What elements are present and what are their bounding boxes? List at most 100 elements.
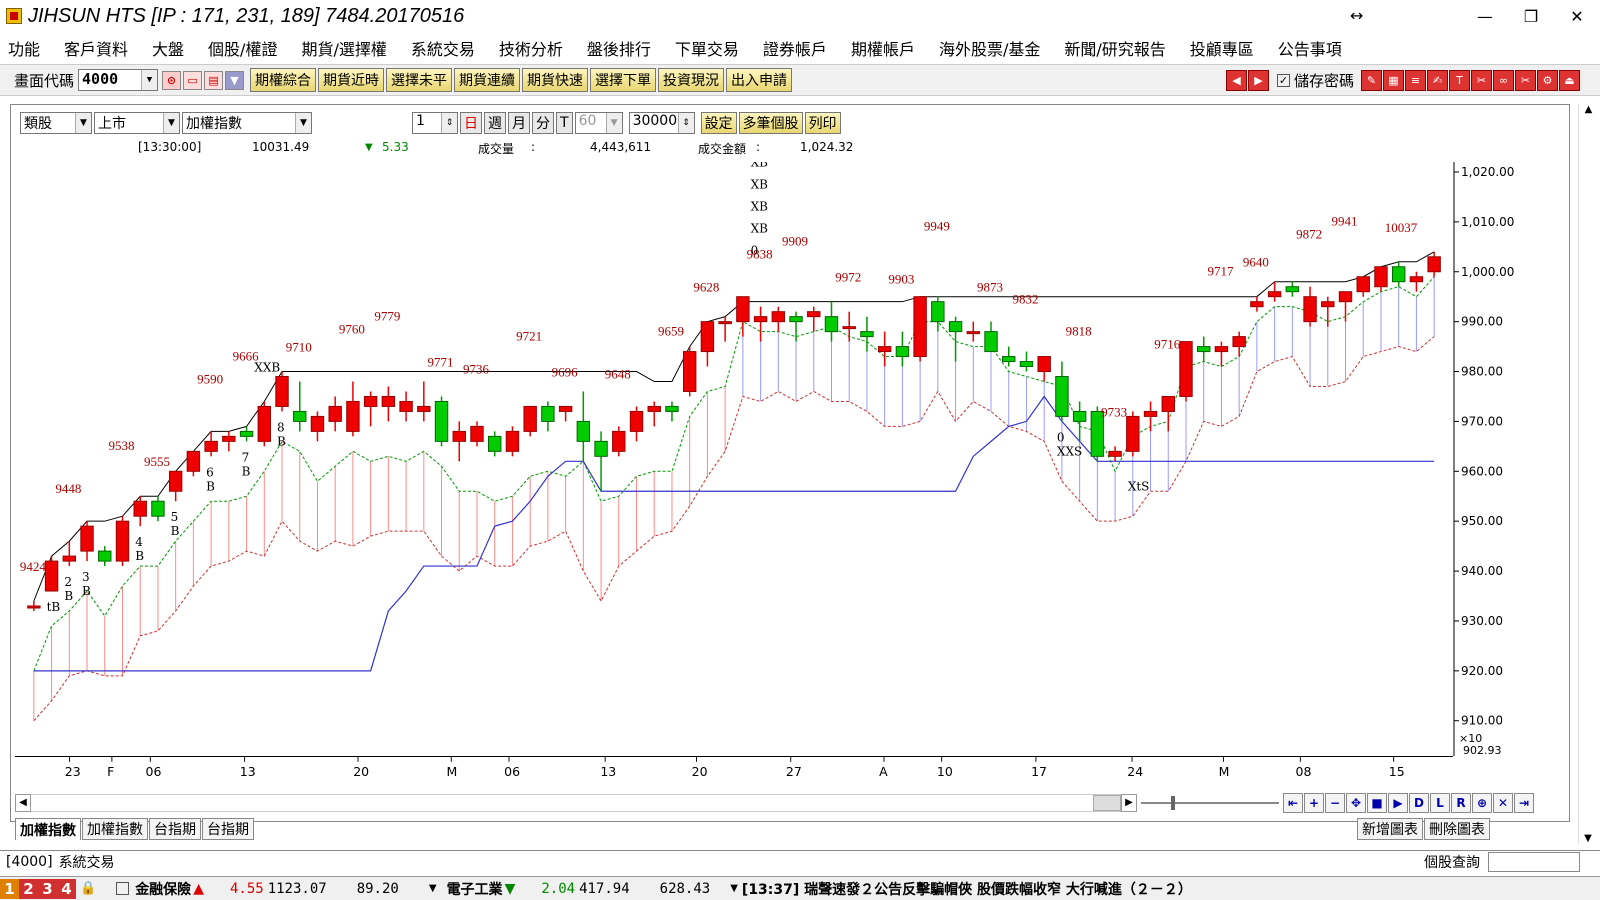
chevron-down-icon[interactable]: ▼ <box>141 70 158 90</box>
menu-item[interactable]: 海外股票/基金 <box>939 36 1040 60</box>
list-icon[interactable]: ≡ <box>1405 69 1426 91</box>
multi-stock-button[interactable]: 多筆個股 <box>738 112 803 134</box>
folder-icon[interactable]: ▭ <box>183 70 203 90</box>
module-name[interactable]: 系統交易 <box>59 852 115 872</box>
toolbar-button[interactable]: 選擇未平 <box>386 68 453 92</box>
chart-nav-button[interactable]: − <box>1325 793 1345 813</box>
horizontal-scrollbar[interactable] <box>31 794 1121 812</box>
prev-icon[interactable]: ◀ <box>1225 69 1247 91</box>
period-minute-button[interactable]: 分 <box>532 112 554 134</box>
candlestick-chart[interactable]: 9424944895389555959096669710976097799771… <box>15 162 1453 756</box>
menu-item[interactable]: 系統交易 <box>411 36 475 60</box>
screen-1-button[interactable]: 1 <box>0 878 19 899</box>
settings-button[interactable]: 設定 <box>700 112 737 134</box>
text-icon[interactable]: T <box>1449 69 1470 91</box>
scroll-down-button[interactable]: ▼ <box>1579 833 1597 844</box>
toolbar-button[interactable]: 選擇下單 <box>590 68 657 92</box>
toolbar-button[interactable]: 期權綜合 <box>250 68 317 92</box>
close-button[interactable]: ✕ <box>1554 0 1600 32</box>
menu-item[interactable]: 期權帳戶 <box>851 36 915 60</box>
toolbar-button[interactable]: 期貨連續 <box>454 68 521 92</box>
lock-icon[interactable]: 🔒 <box>80 881 96 896</box>
period-week-button[interactable]: 週 <box>484 112 506 134</box>
edit-icon[interactable]: ✎ <box>1361 69 1382 91</box>
chart-nav-button[interactable]: ▶ <box>1388 793 1408 813</box>
menu-item[interactable]: 投顧專區 <box>1190 36 1254 60</box>
chart-nav-button[interactable]: ⊕ <box>1472 793 1492 813</box>
add-chart-button[interactable]: 新增圖表 <box>1357 818 1423 840</box>
screen-4-button[interactable]: 4 <box>57 878 76 899</box>
period-month-button[interactable]: 月 <box>508 112 530 134</box>
quote-price: 10031.49 <box>252 140 310 154</box>
resize-icon[interactable]: ↔ <box>1350 6 1363 25</box>
chart-nav-button[interactable]: ✥ <box>1346 793 1366 813</box>
menu-item[interactable]: 大盤 <box>152 36 184 60</box>
screen-2-button[interactable]: 2 <box>19 878 38 899</box>
chart-nav-button[interactable]: ■ <box>1367 793 1387 813</box>
scroll-right-button[interactable]: ▶ <box>1121 794 1137 812</box>
pen-icon[interactable]: ✍ <box>1427 69 1448 91</box>
restore-button[interactable]: ❐ <box>1508 0 1554 32</box>
news-ticker[interactable]: [13:37] 瑞聲速發２公告反擊騙帽俠 股價跌幅收窄 大行喊進（２－２） <box>742 879 1192 899</box>
chart-tab[interactable]: 台指期 <box>202 818 254 840</box>
chart-nav-button[interactable]: + <box>1304 793 1324 813</box>
menu-item[interactable]: 功能 <box>8 36 40 60</box>
vertical-scrollbar[interactable]: ▲ ▼ <box>1578 104 1598 844</box>
zoom-slider[interactable] <box>1141 794 1279 812</box>
scroll-left-button[interactable]: ◀ <box>15 794 31 812</box>
menu-item[interactable]: 公告事項 <box>1278 36 1342 60</box>
market-select[interactable]: 上市 ▼ <box>94 112 180 134</box>
print-button[interactable]: 列印 <box>804 112 841 134</box>
chart-nav-button[interactable]: D <box>1409 793 1429 813</box>
exit-icon[interactable]: ⏏ <box>1559 69 1580 91</box>
menu-item[interactable]: 個股/權證 <box>208 36 277 60</box>
chart-nav-button[interactable]: R <box>1451 793 1471 813</box>
chart-tab[interactable]: 加權指數 <box>15 818 81 840</box>
link-icon[interactable]: ∞ <box>1493 69 1514 91</box>
print-icon[interactable]: ▤ <box>204 70 224 90</box>
toolbar-button[interactable]: 出入申請 <box>726 68 793 92</box>
cut-icon[interactable]: ✂ <box>1515 69 1536 91</box>
menu-item[interactable]: 盤後排行 <box>587 36 651 60</box>
minimize-button[interactable]: — <box>1462 0 1508 32</box>
chart-nav-button[interactable]: L <box>1430 793 1450 813</box>
period-day-button[interactable]: 日 <box>460 112 482 134</box>
period-tick-button[interactable]: T <box>556 112 573 134</box>
chart-nav-button[interactable]: ⇥ <box>1514 793 1534 813</box>
menu-item[interactable]: 期貨/選擇權 <box>301 36 386 60</box>
ticker-checkbox[interactable] <box>116 882 130 895</box>
chart-icon[interactable]: ▦ <box>1383 69 1404 91</box>
screen-code-combo[interactable]: 4000 ▼ <box>78 69 159 91</box>
chart-nav-button[interactable]: ✕ <box>1493 793 1513 813</box>
toolbar-button[interactable]: 投資現況 <box>658 68 725 92</box>
stock-query-input[interactable] <box>1488 851 1580 872</box>
index-select[interactable]: 加權指數 ▼ <box>182 112 312 134</box>
scroll-up-button[interactable]: ▲ <box>1579 104 1598 115</box>
tool-icon[interactable]: ✂ <box>1471 69 1492 91</box>
count-spinner[interactable]: 1 ⇕ <box>412 112 458 134</box>
save-password-checkbox[interactable]: ✓ <box>1276 73 1290 87</box>
menu-item[interactable]: 新聞/研究報告 <box>1064 36 1165 60</box>
module-code[interactable]: [4000] <box>6 854 53 870</box>
annotation-label: 9721 <box>516 328 542 343</box>
settings-icon[interactable]: ⚙ <box>1537 69 1558 91</box>
bars-spinner[interactable]: 30000 ⇕ <box>628 112 695 134</box>
toolbar-button[interactable]: 期貨快速 <box>522 68 589 92</box>
menu-item[interactable]: 下單交易 <box>675 36 739 60</box>
menu-item[interactable]: 技術分析 <box>499 36 563 60</box>
screen-3-button[interactable]: 3 <box>38 878 57 899</box>
minute-select[interactable]: 60 ▼ <box>574 112 623 134</box>
menu-item[interactable]: 客戶資料 <box>64 36 128 60</box>
sector2-dropdown-icon[interactable]: ▼ <box>730 883 738 894</box>
chart-nav-button[interactable]: ⇤ <box>1283 793 1303 813</box>
toolbar-button[interactable]: 期貨近時 <box>318 68 385 92</box>
chart-tab[interactable]: 台指期 <box>149 818 201 840</box>
delete-chart-button[interactable]: 刪除圖表 <box>1424 818 1490 840</box>
next-icon[interactable]: ▶ <box>1247 69 1269 91</box>
dropdown-icon[interactable]: ▼ <box>225 70 245 90</box>
sector1-dropdown-icon[interactable]: ▼ <box>429 883 437 894</box>
category-select[interactable]: 類股 ▼ <box>20 112 92 134</box>
search-icon[interactable]: ⊙ <box>162 70 182 90</box>
menu-item[interactable]: 證券帳戶 <box>763 36 827 60</box>
chart-tab[interactable]: 加權指數 <box>82 818 148 840</box>
